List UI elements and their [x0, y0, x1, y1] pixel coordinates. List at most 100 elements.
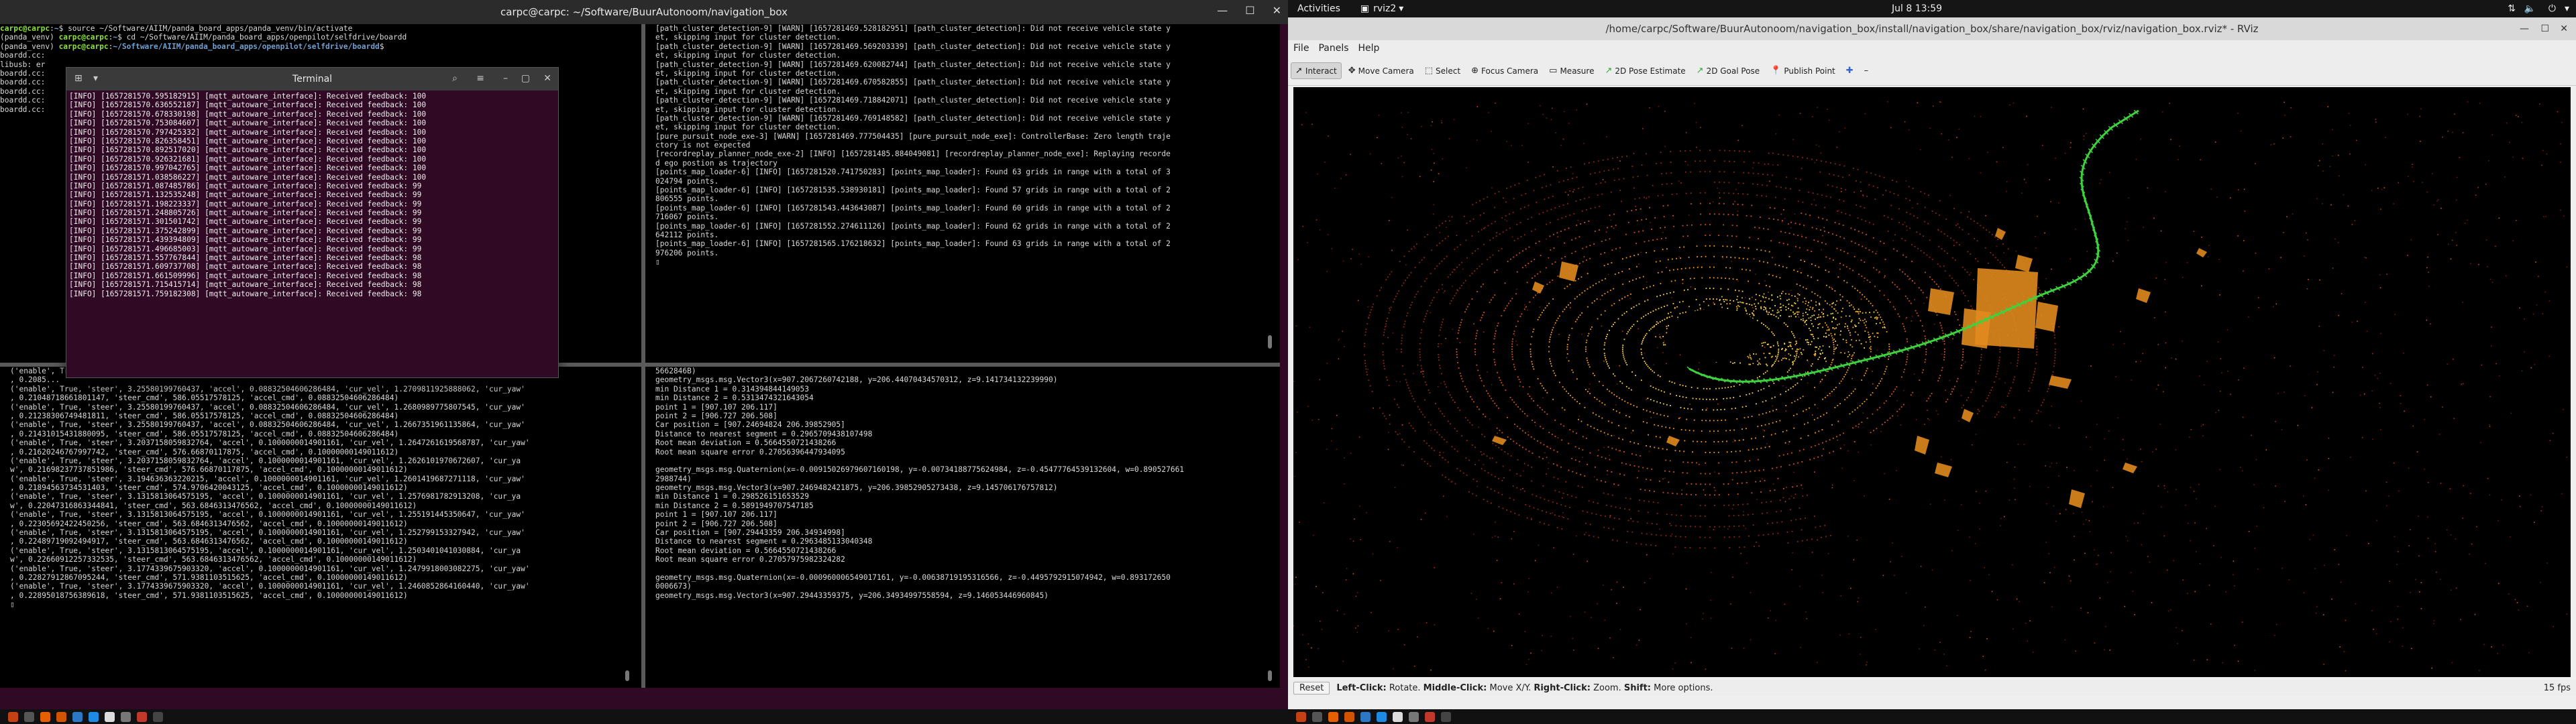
tool-2d-goal-pose[interactable]: ↗ 2D Goal Pose: [1693, 63, 1764, 78]
power-icon[interactable]: ⏻: [2548, 3, 2556, 14]
settings-icon[interactable]: [121, 711, 131, 722]
near-point: [1821, 312, 1823, 313]
ubuntu-icon[interactable]: [1296, 711, 1306, 722]
minimize-icon[interactable]: –: [503, 73, 508, 84]
near-point: [1762, 342, 1764, 344]
tool-publish-point[interactable]: 📍 Publish Point: [1766, 63, 1839, 78]
files-icon[interactable]: [56, 711, 66, 722]
floating-terminal-titlebar[interactable]: ⊞ ▾ Terminal ⌕ ≡ – ▢ ✕: [66, 68, 558, 90]
settings-icon[interactable]: [1409, 711, 1419, 722]
maximize-icon[interactable]: ☐: [2540, 23, 2549, 34]
reset-button[interactable]: Reset: [1293, 681, 1330, 695]
terminal-running-icon[interactable]: [153, 711, 163, 722]
new-tab-icon[interactable]: ⊞: [74, 73, 83, 84]
maximize-icon[interactable]: ▢: [521, 73, 530, 84]
scrollbar[interactable]: [625, 670, 629, 681]
near-point: [1808, 302, 1810, 304]
terminal-cmd: $: [379, 42, 384, 51]
near-point: [1794, 344, 1796, 345]
minimize-icon[interactable]: —: [1217, 4, 1228, 17]
terminal-app-icon[interactable]: [24, 711, 34, 722]
near-point: [1779, 295, 1781, 297]
menu-help[interactable]: Help: [1358, 43, 1380, 54]
floating-terminal-output[interactable]: [INFO] [1657281570.595182915] [mqtt_auto…: [68, 92, 557, 376]
point-cloud-scene[interactable]: [1293, 87, 2571, 677]
floating-terminal-window[interactable]: ⊞ ▾ Terminal ⌕ ≡ – ▢ ✕ [INFO] [165728157…: [66, 67, 559, 378]
fps-counter: 15 fps: [2543, 682, 2571, 693]
near-point: [1788, 353, 1790, 355]
tool-remove[interactable]: –: [1860, 63, 1873, 78]
near-point: [1780, 315, 1781, 316]
near-point: [1790, 315, 1792, 317]
tool-focus-camera[interactable]: ⊕ Focus Camera: [1467, 63, 1542, 78]
terminal-line: [points_map_loader-6] [INFO] [1657281552…: [655, 221, 1171, 231]
rviz-titlebar[interactable]: /home/carpc/Software/BuurAutonoom/naviga…: [1288, 17, 2576, 40]
app-menu[interactable]: rviz2: [1373, 3, 1396, 14]
scrollbar[interactable]: [1268, 670, 1272, 681]
tool-interact[interactable]: ➚ Interact: [1291, 62, 1342, 79]
near-point: [1807, 339, 1809, 341]
near-point: [1818, 309, 1820, 310]
terminal-line: ('enable', True, 'steer', 3.177433967590…: [10, 564, 530, 573]
files-icon[interactable]: [1344, 711, 1354, 722]
close-icon[interactable]: ✕: [1273, 4, 1281, 17]
near-point: [1788, 303, 1790, 305]
terminal-line: Distance to nearest segment = 0.29634851…: [655, 537, 873, 546]
minimize-icon[interactable]: —: [2520, 23, 2529, 34]
terminal-app-icon[interactable]: [1312, 711, 1322, 722]
near-point: [1858, 322, 1860, 324]
near-point: [1797, 293, 1799, 295]
firefox-icon[interactable]: [40, 711, 50, 722]
volume-icon[interactable]: 🔈: [2524, 3, 2536, 14]
terminal-pane-bottom-right[interactable]: 5662846B) geometry_msgs.msg.Vector3(x=907…: [645, 367, 1280, 688]
near-point: [1877, 316, 1879, 318]
tool-add[interactable]: ✚: [1842, 63, 1858, 78]
near-point: [1785, 309, 1787, 311]
near-point: [1753, 353, 1755, 355]
terminal-line: 716067 points.: [655, 213, 719, 222]
near-point: [1765, 307, 1766, 308]
terminal-line: 806555 points.: [655, 194, 719, 204]
vscode-icon[interactable]: [1377, 711, 1387, 722]
activities-button[interactable]: Activities: [1297, 3, 1340, 14]
near-point: [1805, 339, 1807, 341]
maximize-icon[interactable]: ☐: [1245, 4, 1254, 17]
close-icon[interactable]: ✕: [543, 73, 551, 84]
app-icon[interactable]: [1425, 711, 1435, 722]
search-icon[interactable]: ⌕: [452, 73, 458, 84]
vscode-icon[interactable]: [89, 711, 99, 722]
editor-icon[interactable]: [1360, 711, 1371, 722]
tool-measure[interactable]: ▭ Measure: [1545, 63, 1598, 78]
scrollbar[interactable]: [1268, 335, 1272, 349]
chevron-down-icon[interactable]: ▾: [93, 73, 98, 84]
close-icon[interactable]: ✕: [2560, 23, 2568, 34]
near-point: [1849, 315, 1851, 317]
chrome-icon[interactable]: [105, 711, 115, 722]
chrome-icon[interactable]: [1393, 711, 1403, 722]
near-point: [1836, 300, 1837, 302]
terminal-running-icon[interactable]: [1441, 711, 1451, 722]
network-icon[interactable]: ⇅: [2508, 3, 2516, 14]
firefox-icon[interactable]: [1328, 711, 1338, 722]
terminal-line: carpc@carpc:~$ source ~/Software/AIIM/pa…: [0, 24, 353, 33]
tool-2d-pose-estimate[interactable]: ↗ 2D Pose Estimate: [1601, 63, 1689, 78]
terminal-pane-bottom-left[interactable]: ('enable', True, 'steer', ... 586.055175…: [0, 367, 641, 688]
near-point: [1747, 355, 1749, 357]
tool-move-camera[interactable]: ✥ Move Camera: [1344, 63, 1418, 78]
menu-file[interactable]: File: [1293, 43, 1309, 54]
tool-select[interactable]: ⬚ Select: [1421, 63, 1464, 78]
near-point: [1794, 302, 1795, 304]
terminal-pane-top-right[interactable]: [path_cluster_detection-9] [WARN] [16572…: [645, 24, 1280, 363]
chevron-down-icon[interactable]: ▾: [2565, 3, 2569, 14]
app-icon[interactable]: [137, 711, 147, 722]
menu-icon[interactable]: ≡: [476, 73, 484, 84]
terminal-titlebar[interactable]: carpc@carpc: ~/Software/BuurAutonoom/nav…: [0, 0, 1288, 24]
clock[interactable]: Jul 8 13:59: [1892, 3, 1942, 14]
menu-panels[interactable]: Panels: [1318, 43, 1348, 54]
3d-viewport[interactable]: [1293, 87, 2571, 677]
ubuntu-icon[interactable]: [8, 711, 18, 722]
near-point: [1674, 306, 1676, 308]
vertical-pane-divider[interactable]: [641, 24, 645, 688]
editor-icon[interactable]: [72, 711, 83, 722]
terminal-line: [INFO] [1657281571.132535248] [mqtt_auto…: [69, 190, 422, 200]
